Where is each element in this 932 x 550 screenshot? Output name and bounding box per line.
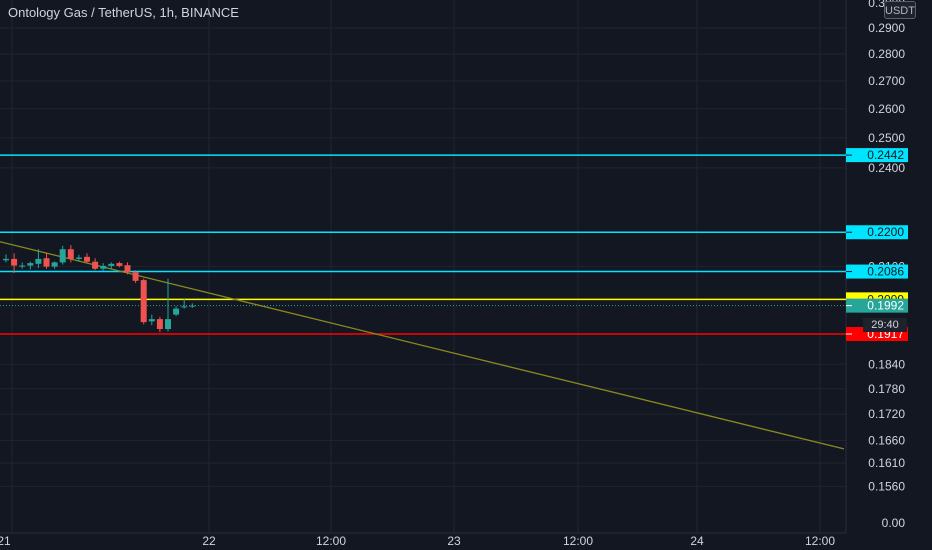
candle-body bbox=[189, 305, 196, 307]
trend-line-layer bbox=[0, 241, 845, 450]
candle-body bbox=[116, 263, 123, 266]
price-tick-label: 0.1560 bbox=[868, 479, 905, 493]
price-chart[interactable]: 0.30000.29000.28000.27000.26000.25000.24… bbox=[0, 0, 932, 550]
time-tick-label: 12:00 bbox=[805, 534, 835, 548]
time-tick-label: 23 bbox=[447, 534, 461, 548]
candle-body bbox=[59, 249, 66, 263]
bar-countdown: 29:40 bbox=[863, 318, 907, 332]
time-tick-label: 22 bbox=[202, 534, 216, 548]
candle-body bbox=[35, 258, 42, 264]
price-tick-label: 0.1660 bbox=[868, 433, 905, 447]
symbol-title[interactable]: Ontology Gas / TetherUS, 1h, BINANCE bbox=[8, 5, 239, 20]
candle-body bbox=[132, 272, 139, 281]
candle-body bbox=[173, 308, 180, 315]
candle-body bbox=[84, 256, 90, 262]
currency-badge[interactable]: USDT bbox=[884, 1, 916, 19]
candle-body bbox=[124, 265, 131, 273]
price-tick-label: 0.2700 bbox=[868, 74, 905, 88]
candle-body bbox=[92, 261, 99, 269]
candle-body bbox=[11, 258, 18, 266]
candle-body bbox=[156, 319, 163, 330]
price-tick-label: 0.00 bbox=[882, 516, 906, 530]
time-tick-label: 24 bbox=[690, 534, 704, 548]
candle-body bbox=[165, 319, 171, 330]
price-label-0.2086: 0.2086 bbox=[867, 265, 904, 279]
time-axis[interactable]: 21 22 12:00 23 12:00 24 12:00 bbox=[0, 534, 835, 548]
candle-body bbox=[43, 258, 50, 267]
candle-body bbox=[27, 263, 34, 266]
candle-body bbox=[75, 257, 82, 259]
time-tick-label: 12:00 bbox=[563, 534, 593, 548]
candle-body bbox=[51, 262, 58, 267]
time-tick-label: 21 bbox=[0, 534, 11, 548]
trend-line bbox=[0, 241, 845, 450]
price-labels: 0.24420.22000.20860.20090.19170.1992 bbox=[846, 148, 908, 342]
price-tick-label: 0.2900 bbox=[868, 21, 905, 35]
candle-body bbox=[3, 258, 9, 261]
price-tick-label: 0.1720 bbox=[868, 407, 905, 421]
horizontal-lines bbox=[0, 154, 846, 335]
candle-body bbox=[19, 265, 26, 267]
price-tick-label: 0.1780 bbox=[868, 382, 905, 396]
time-tick-label: 12:00 bbox=[316, 534, 346, 548]
current-price-label: 0.1992 bbox=[867, 299, 904, 313]
price-tick-label: 0.2800 bbox=[868, 47, 905, 61]
price-tick-label: 0.1840 bbox=[868, 357, 905, 371]
candle-body bbox=[181, 306, 188, 308]
candle-body bbox=[67, 249, 74, 259]
price-tick-label: 0.2400 bbox=[868, 161, 905, 175]
candles bbox=[3, 245, 196, 333]
price-label-0.2442: 0.2442 bbox=[867, 148, 904, 162]
candle-body bbox=[108, 263, 115, 266]
price-tick-label: 0.1610 bbox=[868, 456, 905, 470]
candle-body bbox=[148, 319, 155, 322]
price-tick-label: 0.2600 bbox=[868, 102, 905, 116]
price-label-0.2200: 0.2200 bbox=[867, 225, 904, 239]
price-tick-label: 0.2500 bbox=[868, 131, 905, 145]
candle-body bbox=[140, 280, 147, 323]
candle-body bbox=[100, 265, 107, 269]
